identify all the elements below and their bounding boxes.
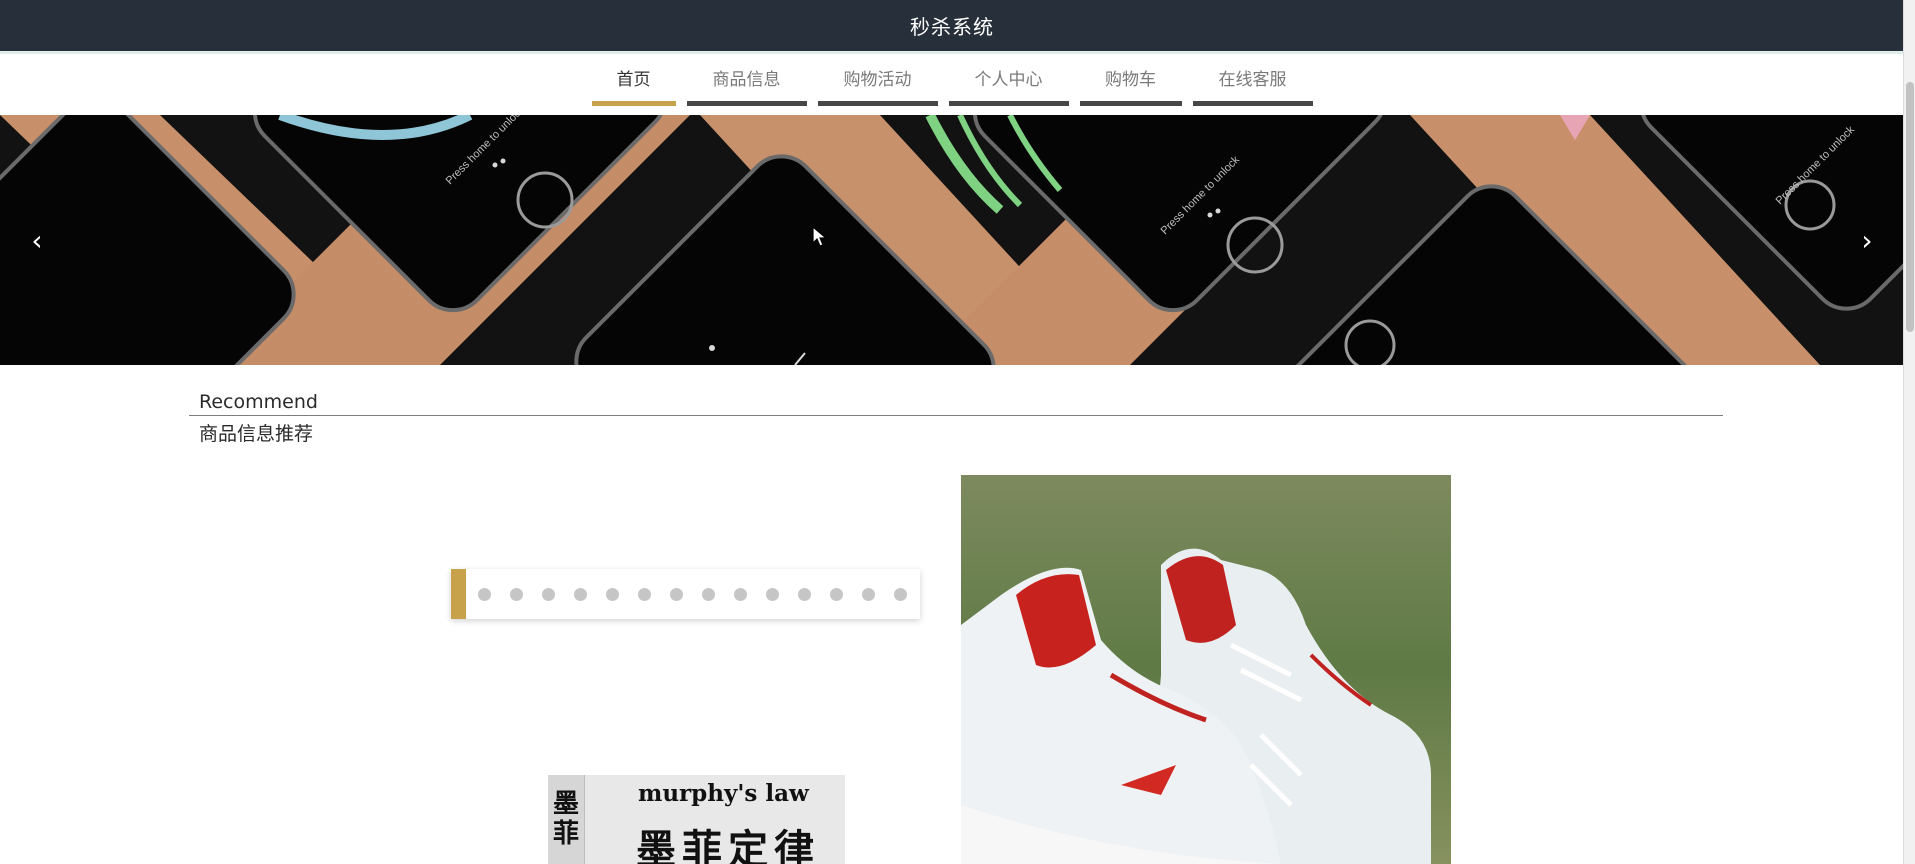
scrollbar-thumb[interactable] <box>1906 82 1914 332</box>
mouse-cursor-icon <box>812 226 828 247</box>
banner-prev-button[interactable]: ‹ <box>17 220 57 260</box>
pager-active-bar[interactable] <box>451 569 466 619</box>
banner-next-button[interactable]: › <box>1847 220 1887 260</box>
pager-dot[interactable] <box>734 587 747 601</box>
pager-dots <box>478 587 907 601</box>
app-header: 秒杀系统 <box>0 0 1904 54</box>
pager-dot[interactable] <box>862 587 875 601</box>
page-scrollbar[interactable] <box>1903 0 1915 864</box>
recommend-title-cn: 商品信息推荐 <box>199 423 314 445</box>
chevron-right-icon: › <box>1861 223 1873 257</box>
pager-dot[interactable] <box>510 587 523 601</box>
nav-item-customer-service[interactable]: 在线客服 <box>1192 54 1313 106</box>
recommend-title-en: Recommend <box>199 391 318 413</box>
pager-dot[interactable] <box>798 587 811 601</box>
nav-item-cart[interactable]: 购物车 <box>1079 54 1182 106</box>
recommend-divider <box>189 415 1723 416</box>
pager-dot[interactable] <box>702 587 715 601</box>
product-card-book[interactable]: 墨菲 murphy's law 墨菲定律 <box>548 775 845 864</box>
pager-dot[interactable] <box>766 587 779 601</box>
nav-item-products[interactable]: 商品信息 <box>686 54 807 106</box>
nav-item-home[interactable]: 首页 <box>591 54 676 106</box>
nav-item-profile[interactable]: 个人中心 <box>948 54 1069 106</box>
page: 秒杀系统 首页 商品信息 购物活动 个人中心 购物车 在线客服 Press ho… <box>0 0 1915 864</box>
pager-dot[interactable] <box>830 587 843 601</box>
book-title-en: murphy's law <box>638 780 809 807</box>
banner-image: Press home to unlock Press home to unloc… <box>0 115 1904 365</box>
pager-dot[interactable] <box>574 587 587 601</box>
main-nav: 首页 商品信息 购物活动 个人中心 购物车 在线客服 <box>0 54 1904 112</box>
pager-dot[interactable] <box>638 587 651 601</box>
chevron-left-icon: ‹ <box>31 223 43 257</box>
pager-dot[interactable] <box>894 587 907 601</box>
nav-item-activities[interactable]: 购物活动 <box>817 54 938 106</box>
product-card-shoe[interactable] <box>961 475 1451 864</box>
sneaker-image <box>961 475 1451 864</box>
book-spine-text: 墨菲 <box>548 775 585 864</box>
banner-carousel[interactable]: Press home to unlock Press home to unloc… <box>0 115 1904 365</box>
pager-dot[interactable] <box>478 587 491 601</box>
recommend-pager <box>451 569 920 619</box>
pager-dot[interactable] <box>542 587 555 601</box>
book-title-cn: 墨菲定律 <box>636 826 820 864</box>
app-title: 秒杀系统 <box>910 15 994 39</box>
pager-dot[interactable] <box>606 587 619 601</box>
pager-dot[interactable] <box>670 587 683 601</box>
